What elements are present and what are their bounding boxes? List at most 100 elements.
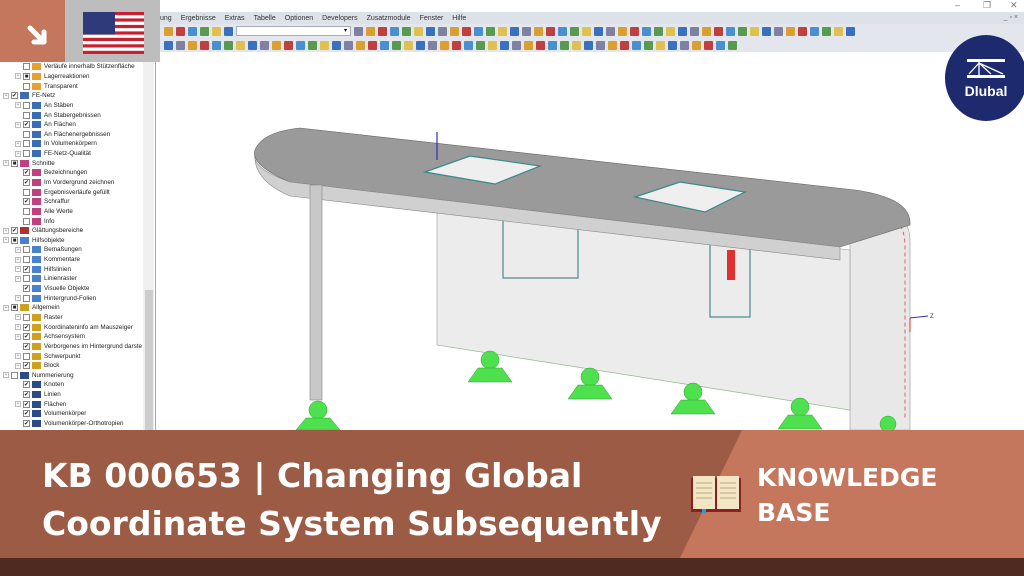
toolbar-button-icon[interactable] (176, 26, 185, 36)
toolbar-button-icon[interactable] (248, 40, 257, 50)
tree-checkbox[interactable] (23, 82, 30, 90)
tree-item[interactable]: + Hintergrund-Folien (0, 293, 155, 303)
toolbar-button-icon[interactable] (704, 40, 713, 50)
toolbar-button-icon[interactable] (498, 26, 507, 36)
tree-checkbox[interactable] (23, 101, 30, 109)
tree-item[interactable]: + ✔ Achsensystem (0, 332, 155, 342)
expand-icon[interactable]: + (3, 237, 9, 244)
close-button[interactable]: ✕ (1010, 0, 1018, 11)
tree-item[interactable]: ✔ Im Vordergrund zeichnen (0, 178, 155, 188)
toolbar-button-icon[interactable] (440, 40, 449, 50)
toolbar-button-icon[interactable] (678, 26, 687, 36)
toolbar-button-icon[interactable] (692, 40, 701, 50)
toolbar-button-icon[interactable] (188, 40, 197, 50)
toolbar-button-icon[interactable] (644, 40, 653, 50)
tree-item[interactable]: + Bemaßungen (0, 245, 155, 255)
toolbar-button-icon[interactable] (488, 40, 497, 50)
toolbar-button-icon[interactable] (548, 40, 557, 50)
expand-icon[interactable]: + (15, 73, 21, 80)
toolbar-button-icon[interactable] (366, 26, 375, 36)
toolbar-button-icon[interactable] (378, 26, 387, 36)
tree-item[interactable]: + FE-Netz-Qualität (0, 149, 155, 159)
tree-checkbox[interactable]: ■ (23, 72, 30, 80)
mdi-controls[interactable]: _ ▫ × (1004, 14, 1018, 21)
toolbar-button-icon[interactable] (260, 40, 269, 50)
expand-icon[interactable]: + (3, 304, 9, 311)
toolbar-button-icon[interactable] (512, 40, 521, 50)
tree-checkbox[interactable] (23, 275, 30, 283)
menu-item[interactable]: Optionen (285, 15, 313, 22)
expand-icon[interactable]: + (15, 401, 21, 408)
3d-viewport[interactable]: Z (157, 52, 1024, 433)
toolbar-button-icon[interactable] (486, 26, 495, 36)
expand-icon[interactable]: + (15, 121, 21, 128)
tree-item[interactable]: ✔ Linien (0, 390, 155, 400)
toolbar-button-icon[interactable] (164, 26, 173, 36)
toolbar-button-icon[interactable] (596, 40, 605, 50)
toolbar-button-icon[interactable] (656, 40, 665, 50)
expand-icon[interactable]: + (15, 353, 21, 360)
tree-item[interactable]: ✔ Visuelle Objekte (0, 284, 155, 294)
tree-checkbox[interactable]: ✔ (23, 285, 30, 293)
toolbar-button-icon[interactable] (630, 26, 639, 36)
toolbar-button-icon[interactable] (438, 26, 447, 36)
toolbar-button-icon[interactable] (212, 26, 221, 36)
tree-checkbox[interactable]: ✔ (23, 265, 30, 273)
tree-item[interactable]: + Raster (0, 313, 155, 323)
tree-item[interactable]: + Nummerierung (0, 371, 155, 381)
tree-item[interactable]: + Linienraster (0, 274, 155, 284)
toolbar-button-icon[interactable] (320, 40, 329, 50)
tree-item[interactable]: + ✔ FE-Netz (0, 91, 155, 101)
toolbar-button-icon[interactable] (272, 40, 281, 50)
expand-icon[interactable]: + (15, 256, 21, 263)
tree-item[interactable]: + In Volumenkörpern (0, 139, 155, 149)
toolbar-button-icon[interactable] (570, 26, 579, 36)
expand-icon[interactable]: + (15, 314, 21, 321)
tree-item[interactable]: + ✔ An Flächen (0, 120, 155, 130)
toolbar-button-icon[interactable] (716, 40, 725, 50)
tree-checkbox[interactable] (23, 207, 30, 215)
toolbar-button-icon[interactable] (428, 40, 437, 50)
tree-item[interactable]: + ✔ Block (0, 361, 155, 371)
tree-item[interactable]: ✔ Verborgenes im Hintergrund darste (0, 342, 155, 352)
tree-item[interactable]: Alle Werte (0, 207, 155, 217)
tree-checkbox[interactable] (11, 371, 18, 379)
minimize-button[interactable]: – (955, 0, 960, 10)
tree-checkbox[interactable]: ■ (11, 159, 18, 167)
tree-checkbox[interactable]: ✔ (11, 227, 18, 235)
tree-checkbox[interactable] (23, 256, 30, 264)
restore-button[interactable]: ❐ (983, 0, 991, 11)
tree-item[interactable]: + An Stäben (0, 101, 155, 111)
toolbar-button-icon[interactable] (786, 26, 795, 36)
expand-icon[interactable]: + (15, 150, 21, 157)
toolbar-button-icon[interactable] (546, 26, 555, 36)
expand-icon[interactable]: + (15, 246, 21, 253)
toolbar-button-icon[interactable] (452, 40, 461, 50)
toolbar-button-icon[interactable] (164, 40, 173, 50)
tree-checkbox[interactable] (23, 294, 30, 302)
tree-checkbox[interactable] (23, 188, 30, 196)
toolbar-button-icon[interactable] (462, 26, 471, 36)
toolbar-button-icon[interactable] (200, 40, 209, 50)
toolbar-button-icon[interactable] (536, 40, 545, 50)
toolbar-button-icon[interactable] (594, 26, 603, 36)
toolbar-button-icon[interactable] (714, 26, 723, 36)
menu-item[interactable]: Hilfe (452, 15, 466, 22)
expand-icon[interactable]: + (15, 324, 21, 331)
toolbar-button-icon[interactable] (618, 26, 627, 36)
toolbar-button-icon[interactable] (308, 40, 317, 50)
tree-checkbox[interactable] (23, 140, 30, 148)
tree-checkbox[interactable]: ✔ (11, 92, 18, 100)
tree-item[interactable]: Ergebnisverläufe gefüllt (0, 187, 155, 197)
toolbar-button-icon[interactable] (188, 26, 197, 36)
toolbar-button-icon[interactable] (798, 26, 807, 36)
toolbar-button-icon[interactable] (510, 26, 519, 36)
tree-item[interactable]: + ■ Schnitte (0, 158, 155, 168)
toolbar-button-icon[interactable] (606, 26, 615, 36)
tree-checkbox[interactable] (23, 150, 30, 158)
toolbar-button-icon[interactable] (632, 40, 641, 50)
toolbar-button-icon[interactable] (834, 26, 843, 36)
toolbar-button-icon[interactable] (212, 40, 221, 50)
toolbar-button-icon[interactable] (750, 26, 759, 36)
menu-item[interactable]: Tabelle (254, 15, 276, 22)
